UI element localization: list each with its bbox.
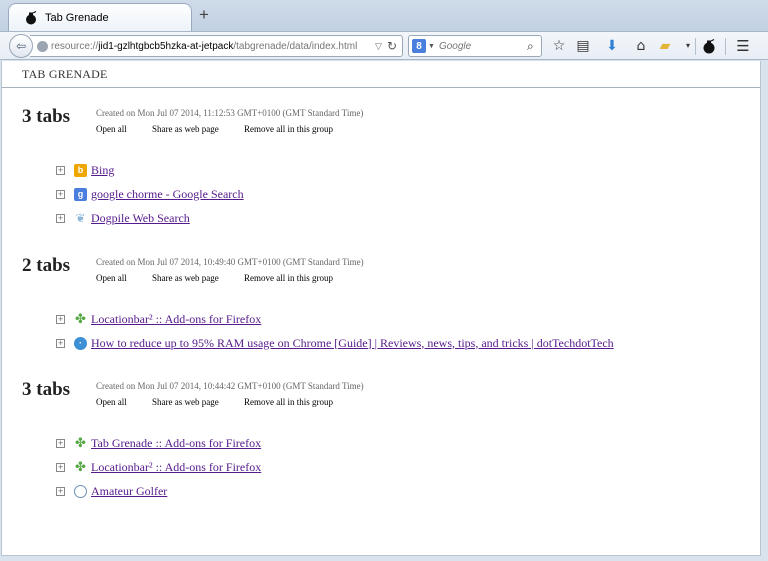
open-all-link[interactable]: Open all — [96, 397, 152, 407]
bookmark-star-icon[interactable]: ☆ — [551, 38, 567, 54]
list-item: + ❦ Dogpile Web Search — [56, 206, 244, 230]
back-arrow-icon: ⇦ — [15, 39, 27, 53]
tab-link[interactable]: Amateur Golfer — [91, 484, 167, 499]
drag-handle-icon[interactable]: + — [56, 462, 65, 472]
tab-link[interactable]: Dogpile Web Search — [91, 211, 190, 226]
remove-all-link[interactable]: Remove all in this group — [244, 273, 333, 283]
remove-all-link[interactable]: Remove all in this group — [244, 397, 333, 407]
list-item: + b Bing — [56, 158, 244, 182]
browser-tab[interactable]: Tab Grenade — [8, 3, 192, 31]
tab-list: + ✤ Tab Grenade :: Add-ons for Firefox +… — [56, 431, 261, 503]
toolbar-separator — [725, 38, 726, 55]
list-item: + ✤ Locationbar² :: Add-ons for Firefox — [56, 455, 261, 479]
tab-list: + b Bing + g google chorme - Google Sear… — [56, 158, 244, 230]
folder-dropdown-icon[interactable]: ▾ — [680, 38, 696, 54]
url-bar[interactable]: resource://jid1-gzlhtgbcb5hzka-at-jetpac… — [30, 35, 403, 57]
url-text: resource://jid1-gzlhtgbcb5hzka-at-jetpac… — [51, 41, 370, 52]
search-input[interactable] — [438, 40, 525, 52]
group-created-date: Created on Mon Jul 07 2014, 10:49:40 GMT… — [96, 257, 364, 267]
drag-handle-icon[interactable]: + — [56, 165, 65, 175]
list-item: + ✤ Locationbar² :: Add-ons for Firefox — [56, 307, 614, 331]
group-actions: Open all Share as web page Remove all in… — [96, 124, 333, 134]
remove-all-link[interactable]: Remove all in this group — [244, 124, 333, 134]
bookmarks-menu-icon[interactable]: ▤ — [575, 38, 591, 54]
list-item: + ✤ Tab Grenade :: Add-ons for Firefox — [56, 431, 261, 455]
search-box[interactable]: 8 ▼ ⌕ — [408, 35, 542, 57]
back-button[interactable]: ⇦ — [9, 34, 33, 58]
drag-handle-icon[interactable]: + — [56, 314, 65, 324]
puzzle-icon: ✤ — [75, 311, 86, 327]
app-title: TAB GRENADE — [22, 67, 108, 81]
new-tab-button[interactable]: + — [199, 5, 209, 25]
drag-handle-icon[interactable]: + — [56, 213, 65, 223]
tab-link[interactable]: Locationbar² :: Add-ons for Firefox — [91, 460, 261, 475]
tab-link[interactable]: Tab Grenade :: Add-ons for Firefox — [91, 436, 261, 451]
list-item: + Amateur Golfer — [56, 479, 261, 503]
dogpile-icon: ❦ — [75, 211, 86, 225]
tab-link[interactable]: Bing — [91, 163, 114, 178]
open-all-link[interactable]: Open all — [96, 124, 152, 134]
share-web-page-link[interactable]: Share as web page — [152, 397, 244, 407]
home-icon[interactable]: ⌂ — [633, 38, 649, 54]
download-icon[interactable]: ⬇ — [604, 38, 620, 54]
hamburger-menu-icon[interactable]: ☰ — [735, 38, 751, 54]
page-content: TAB GRENADE 3 tabs Created on Mon Jul 07… — [1, 61, 761, 556]
group-actions: Open all Share as web page Remove all in… — [96, 397, 333, 407]
tab-grenade-toolbar-icon[interactable] — [701, 38, 717, 54]
tab-list: + ✤ Locationbar² :: Add-ons for Firefox … — [56, 307, 614, 355]
tab-link[interactable]: How to reduce up to 95% RAM usage on Chr… — [91, 336, 614, 351]
tab-title: Tab Grenade — [45, 11, 109, 24]
drag-handle-icon[interactable]: + — [56, 338, 65, 348]
group-actions: Open all Share as web page Remove all in… — [96, 273, 333, 283]
share-web-page-link[interactable]: Share as web page — [152, 273, 244, 283]
google-icon: g — [74, 187, 87, 201]
drag-handle-icon[interactable]: + — [56, 486, 65, 496]
share-web-page-link[interactable]: Share as web page — [152, 124, 244, 134]
engine-dropdown-icon[interactable]: ▼ — [428, 43, 435, 50]
tab-strip: Tab Grenade + — [0, 0, 768, 31]
list-item: + · How to reduce up to 95% RAM usage on… — [56, 331, 614, 355]
list-item: + g google chorme - Google Search — [56, 182, 244, 206]
group-created-date: Created on Mon Jul 07 2014, 11:12:53 GMT… — [96, 108, 364, 118]
bing-icon: b — [74, 163, 87, 177]
reload-icon[interactable]: ↻ — [387, 39, 397, 53]
url-host: jid1-gzlhtgbcb5hzka-at-jetpack — [98, 40, 234, 52]
puzzle-icon: ✤ — [75, 459, 86, 475]
url-prefix: resource:// — [51, 40, 99, 52]
dottech-icon: · — [74, 336, 87, 350]
group-count: 2 tabs — [22, 255, 71, 276]
tab-link[interactable]: Locationbar² :: Add-ons for Firefox — [91, 312, 261, 327]
puzzle-icon: ✤ — [75, 435, 86, 451]
drag-handle-icon[interactable]: + — [56, 189, 65, 199]
navigation-bar: resource://jid1-gzlhtgbcb5hzka-at-jetpac… — [0, 31, 768, 60]
group-created-date: Created on Mon Jul 07 2014, 10:44:42 GMT… — [96, 381, 364, 391]
toolbar-separator — [695, 38, 696, 55]
search-icon[interactable]: ⌕ — [527, 39, 534, 54]
group-count: 3 tabs — [22, 106, 71, 127]
open-all-link[interactable]: Open all — [96, 273, 152, 283]
url-path: /tabgrenade/data/index.html — [233, 40, 358, 52]
golf-icon — [74, 484, 87, 498]
url-dropdown-icon[interactable]: ▽ — [375, 41, 382, 52]
tab-link[interactable]: google chorme - Google Search — [91, 187, 244, 202]
group-count: 3 tabs — [22, 379, 71, 400]
folder-icon[interactable]: ▰ — [657, 38, 673, 54]
google-engine-icon[interactable]: 8 — [412, 39, 426, 53]
globe-icon — [37, 40, 48, 52]
app-header: TAB GRENADE — [2, 61, 760, 88]
grenade-icon — [26, 10, 37, 24]
drag-handle-icon[interactable]: + — [56, 438, 65, 448]
